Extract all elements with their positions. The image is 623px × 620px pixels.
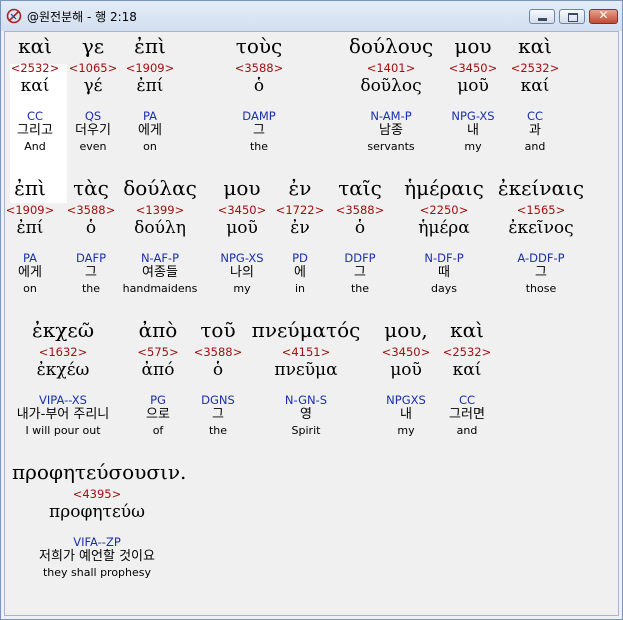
word-korean: 그러면 [449, 407, 485, 422]
word-korean: 그 [535, 265, 547, 280]
interlinear-word[interactable]: καὶ <2532> καί CC 그러면 and [382, 318, 552, 438]
word-greek: καὶ [450, 318, 484, 342]
app-logo-icon [6, 8, 22, 24]
interlinear-word[interactable]: ἐκείναις <1565> ἐκεῖνος A-DDF-P 그 those [456, 176, 618, 296]
maximize-button[interactable] [559, 9, 585, 24]
close-button[interactable]: ✕ [589, 8, 618, 24]
word-lemma: προφητεύω [49, 502, 145, 522]
word-greek: καὶ [518, 34, 552, 58]
word-morph: A-DDF-P [517, 251, 565, 265]
word-strong: <2532> [510, 61, 560, 75]
word-morph: CC [526, 109, 544, 123]
word-english: they shall prophesy [42, 566, 152, 579]
interlinear-panel[interactable]: καὶ <2532> καί CC 그리고 And γε <1065> γέ QS 더우기 even ἐ… [4, 31, 619, 616]
word-morph: VIFA--ZP [73, 535, 121, 549]
word-lemma: ἐκεῖνος [508, 218, 574, 238]
word-english: and [524, 140, 546, 153]
window-title: @원전분해 - 행 2:18 [27, 10, 137, 24]
word-korean: 과 [529, 123, 541, 138]
word-english: and [456, 424, 478, 437]
word-strong: <4395> [72, 487, 122, 501]
word-greek: ἐκείναις [497, 176, 585, 200]
interlinear-word[interactable]: προφητεύσουσιν. <4395> προφητεύω VIFA--ZP 저희… [12, 460, 187, 580]
word-strong: <1565> [516, 203, 566, 217]
word-english: those [525, 282, 557, 295]
interlinear-word[interactable]: καὶ <2532> καί CC 과 and [450, 34, 618, 154]
word-greek: προφητεύσουσιν. [12, 460, 187, 484]
word-strong: <2532> [442, 345, 492, 359]
word-morph: CC [458, 393, 476, 407]
minimize-button[interactable] [529, 9, 555, 24]
word-korean: 저희가 예언할 것이요 [39, 549, 155, 564]
app-window: @원전분해 - 행 2:18 ✕ καὶ <2532> καί CC 그리고 And γε <… [0, 0, 623, 620]
close-icon: ✕ [598, 8, 609, 22]
word-lemma: καί [520, 76, 550, 96]
maximize-icon [568, 13, 578, 22]
title-bar[interactable]: @원전분해 - 행 2:18 ✕ [1, 1, 622, 31]
word-lemma: καί [452, 360, 482, 380]
minimize-icon [538, 18, 547, 21]
